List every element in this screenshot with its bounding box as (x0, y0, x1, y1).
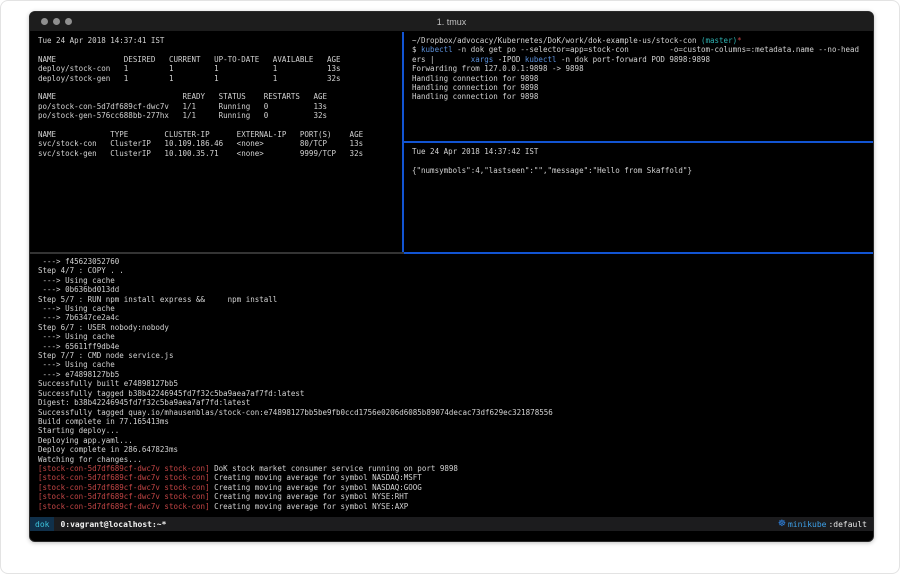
screenshot-frame: 1. tmux Tue 24 Apr 2018 14:37:41 IST NAM… (0, 0, 900, 574)
terminal-line: Forwarding from 127.0.0.1:9898 -> 9898 (412, 64, 867, 73)
terminal-text: DoK stock market consumer service runnin… (210, 464, 458, 473)
terminal-text: ers | (412, 55, 471, 64)
terminal-text-blue: kubectl (525, 55, 557, 64)
terminal-line: Handling connection for 9898 (412, 83, 867, 92)
terminal-text-red: [stock-con-5d7df689cf-dwc7v stock-con] (38, 464, 210, 473)
kube-context-label: minikube (788, 520, 827, 529)
terminal-line: ---> e74898127bb5 (38, 370, 865, 379)
terminal-line: $ kubectl -n dok get po --selector=app=s… (412, 45, 867, 54)
pane-kubectl-watch[interactable]: Tue 24 Apr 2018 14:37:41 IST NAME DESIRE… (30, 32, 402, 252)
terminal-text-red: * (737, 36, 742, 45)
terminal-text-red: [stock-con-5d7df689cf-dwc7v stock-con] (38, 502, 210, 511)
terminal-line: ---> Using cache (38, 304, 865, 313)
terminal-line: ers | xargs -IPOD kubectl -n dok port-fo… (412, 55, 867, 64)
terminal-text: Creating moving average for symbol NASDA… (210, 473, 422, 482)
titlebar: 1. tmux (30, 12, 873, 32)
pane-skaffold-log[interactable]: ---> f45623052760Step 4/7 : COPY . . ---… (30, 254, 873, 517)
terminal-line: deploy/stock-con 1 1 1 1 13s (38, 64, 394, 73)
terminal-line (412, 156, 867, 165)
terminal-line: {"numsymbols":4,"lastseen":"","message":… (412, 166, 867, 175)
terminal-window: 1. tmux Tue 24 Apr 2018 14:37:41 IST NAM… (29, 11, 874, 542)
terminal-line: [stock-con-5d7df689cf-dwc7v stock-con] C… (38, 483, 865, 492)
terminal-line: po/stock-con-5d7df689cf-dwc7v 1/1 Runnin… (38, 102, 394, 111)
terminal-line: NAME READY STATUS RESTARTS AGE (38, 92, 394, 101)
terminal-line: Starting deploy... (38, 426, 865, 435)
terminal-text: ~/Dropbox/advocacy/Kubernetes/DoK/work/d… (412, 36, 701, 45)
status-right: ☸ minikube :default (778, 519, 867, 529)
terminal-text: Creating moving average for symbol NASDA… (210, 483, 422, 492)
pane-port-forward[interactable]: ~/Dropbox/advocacy/Kubernetes/DoK/work/d… (404, 32, 873, 141)
terminal-line: Deploying app.yaml... (38, 436, 865, 445)
terminal-line: [stock-con-5d7df689cf-dwc7v stock-con] D… (38, 464, 865, 473)
terminal-line: ---> 7b6347ce2a4c (38, 313, 865, 322)
window-footer (30, 531, 873, 541)
window-title: 1. tmux (30, 17, 873, 27)
terminal-text-red: [stock-con-5d7df689cf-dwc7v stock-con] (38, 473, 210, 482)
session-name-badge: dok (30, 517, 54, 531)
kubernetes-icon: ☸ (778, 519, 786, 529)
terminal-line: ---> f45623052760 (38, 257, 865, 266)
terminal-line (38, 121, 394, 130)
terminal-text-cyan: (master) (701, 36, 737, 45)
terminal-line: ---> 65611ff9db4e (38, 342, 865, 351)
terminal-line: Step 5/7 : RUN npm install express && np… (38, 295, 865, 304)
terminal-line: Successfully tagged quay.io/mhausenblas/… (38, 408, 865, 417)
status-window-label[interactable]: 0:vagrant@localhost:~* (60, 520, 166, 529)
terminal-text: Creating moving average for symbol NYSE:… (210, 492, 409, 501)
terminal-line: svc/stock-con ClusterIP 10.109.186.46 <n… (38, 139, 394, 148)
tmux-content: Tue 24 Apr 2018 14:37:41 IST NAME DESIRE… (30, 32, 873, 517)
terminal-line: ---> 0b636bd013dd (38, 285, 865, 294)
terminal-line: Step 6/7 : USER nobody:nobody (38, 323, 865, 332)
terminal-line: [stock-con-5d7df689cf-dwc7v stock-con] C… (38, 492, 865, 501)
terminal-line: [stock-con-5d7df689cf-dwc7v stock-con] C… (38, 502, 865, 511)
terminal-line: Tue 24 Apr 2018 14:37:41 IST (38, 36, 394, 45)
terminal-line: deploy/stock-gen 1 1 1 1 32s (38, 74, 394, 83)
terminal-line: Step 7/7 : CMD node service.js (38, 351, 865, 360)
tmux-status-bar: dok 0:vagrant@localhost:~* ☸ minikube :d… (30, 517, 873, 531)
terminal-text-red: [stock-con-5d7df689cf-dwc7v stock-con] (38, 483, 210, 492)
terminal-line: NAME TYPE CLUSTER-IP EXTERNAL-IP PORT(S)… (38, 130, 394, 139)
terminal-line: [stock-con-5d7df689cf-dwc7v stock-con] C… (38, 473, 865, 482)
kube-namespace-label: :default (828, 520, 867, 529)
terminal-line: Handling connection for 9898 (412, 74, 867, 83)
terminal-line: Deploy complete in 286.647823ms (38, 445, 865, 454)
top-section: Tue 24 Apr 2018 14:37:41 IST NAME DESIRE… (30, 32, 873, 252)
terminal-text: -IPOD (493, 55, 525, 64)
terminal-line: Successfully built e74898127bb5 (38, 379, 865, 388)
terminal-text: $ (412, 45, 421, 54)
terminal-line: ---> Using cache (38, 332, 865, 341)
terminal-line: Tue 24 Apr 2018 14:37:42 IST (412, 147, 867, 156)
terminal-text-red: [stock-con-5d7df689cf-dwc7v stock-con] (38, 492, 210, 501)
terminal-text-blue: kubectl (421, 45, 453, 54)
terminal-line: Successfully tagged b38b42246945fd7f32c5… (38, 389, 865, 398)
terminal-line (38, 83, 394, 92)
terminal-text: -o=custom-columns=:metadata.name --no-he… (669, 45, 859, 54)
terminal-line: NAME DESIRED CURRENT UP-TO-DATE AVAILABL… (38, 55, 394, 64)
terminal-text: Creating moving average for symbol NYSE:… (210, 502, 409, 511)
terminal-line: Step 4/7 : COPY . . (38, 266, 865, 275)
terminal-line: ---> Using cache (38, 276, 865, 285)
terminal-line: Watching for changes... (38, 455, 865, 464)
terminal-line (38, 45, 394, 54)
terminal-line: Build complete in 77.165413ms (38, 417, 865, 426)
terminal-line: Handling connection for 9898 (412, 92, 867, 101)
terminal-line: svc/stock-gen ClusterIP 10.100.35.71 <no… (38, 149, 394, 158)
pane-curl-output[interactable]: Tue 24 Apr 2018 14:37:42 IST {"numsymbol… (404, 143, 873, 252)
terminal-line: ---> Using cache (38, 360, 865, 369)
terminal-line: ~/Dropbox/advocacy/Kubernetes/DoK/work/d… (412, 36, 867, 45)
terminal-text-blue: xargs (471, 55, 494, 64)
terminal-text: -n dok get po --selector=app=stock-con (453, 45, 670, 54)
terminal-text: -n dok port-forward POD 9898:9898 (557, 55, 711, 64)
terminal-line: po/stock-gen-576cc688bb-277hx 1/1 Runnin… (38, 111, 394, 120)
right-pane-stack: ~/Dropbox/advocacy/Kubernetes/DoK/work/d… (404, 32, 873, 252)
terminal-line: Digest: b38b42246945fd7f32c5ba9aea7af7fd… (38, 398, 865, 407)
